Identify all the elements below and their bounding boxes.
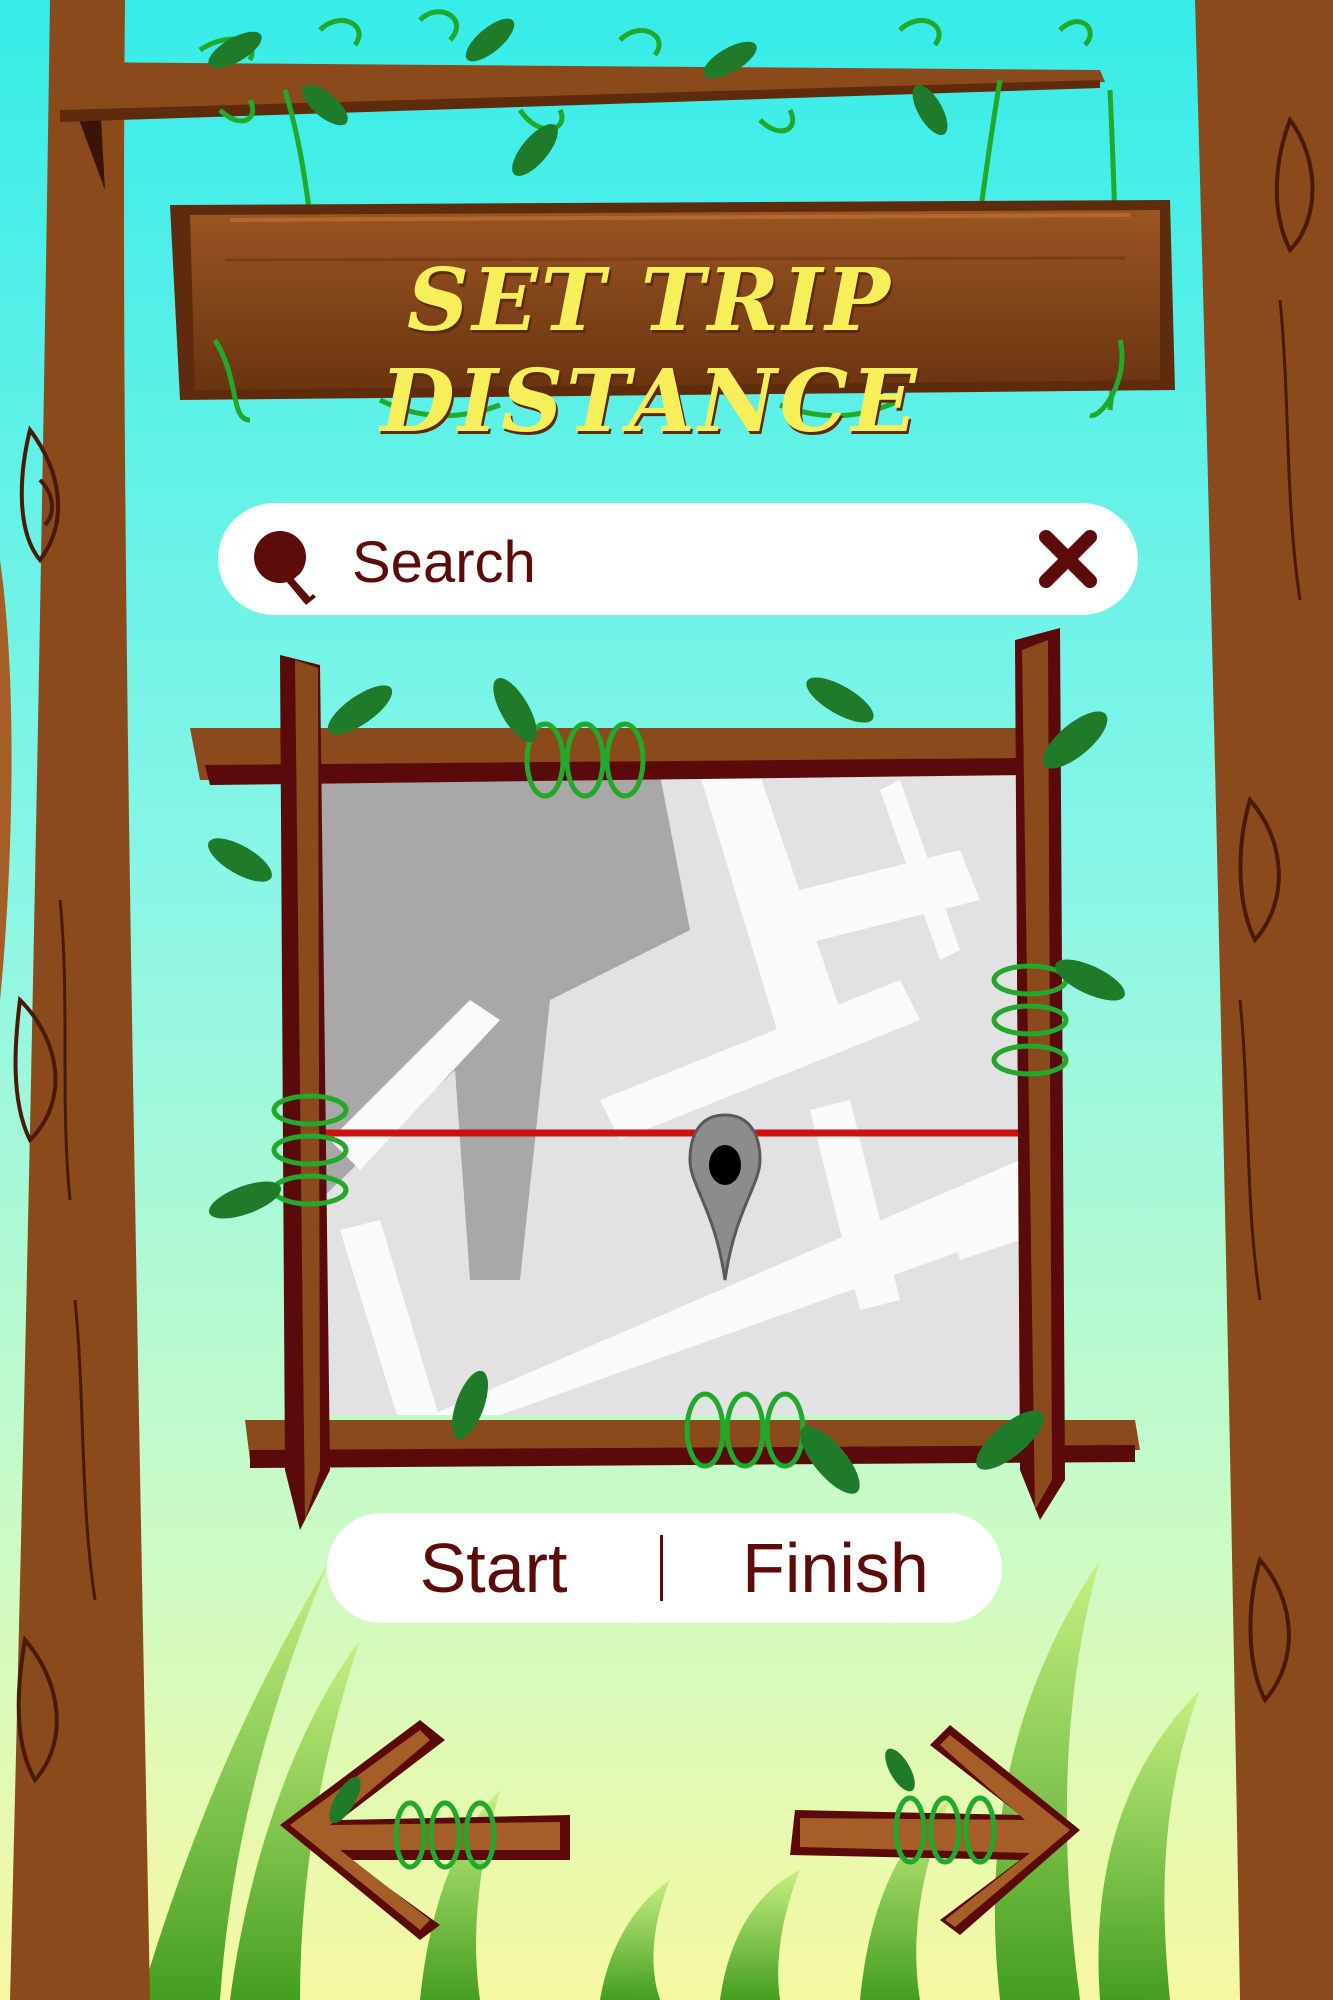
start-button[interactable]: Start [327,1513,660,1623]
toggle-divider [660,1535,663,1601]
page-title: SET TRIP DISTANCE [380,250,920,452]
search-icon [254,531,316,605]
arrow-right-icon[interactable] [790,1715,1090,1935]
arrow-left-icon[interactable] [270,1710,580,1940]
start-finish-toggle: Start Finish [327,1513,1002,1623]
search-input[interactable]: Search [352,529,536,596]
close-icon[interactable] [1036,527,1100,591]
search-bar[interactable]: Search [218,503,1138,615]
map-tiles [320,775,1020,1415]
map-frame [190,628,1140,1530]
finish-button[interactable]: Finish [669,1513,1002,1623]
